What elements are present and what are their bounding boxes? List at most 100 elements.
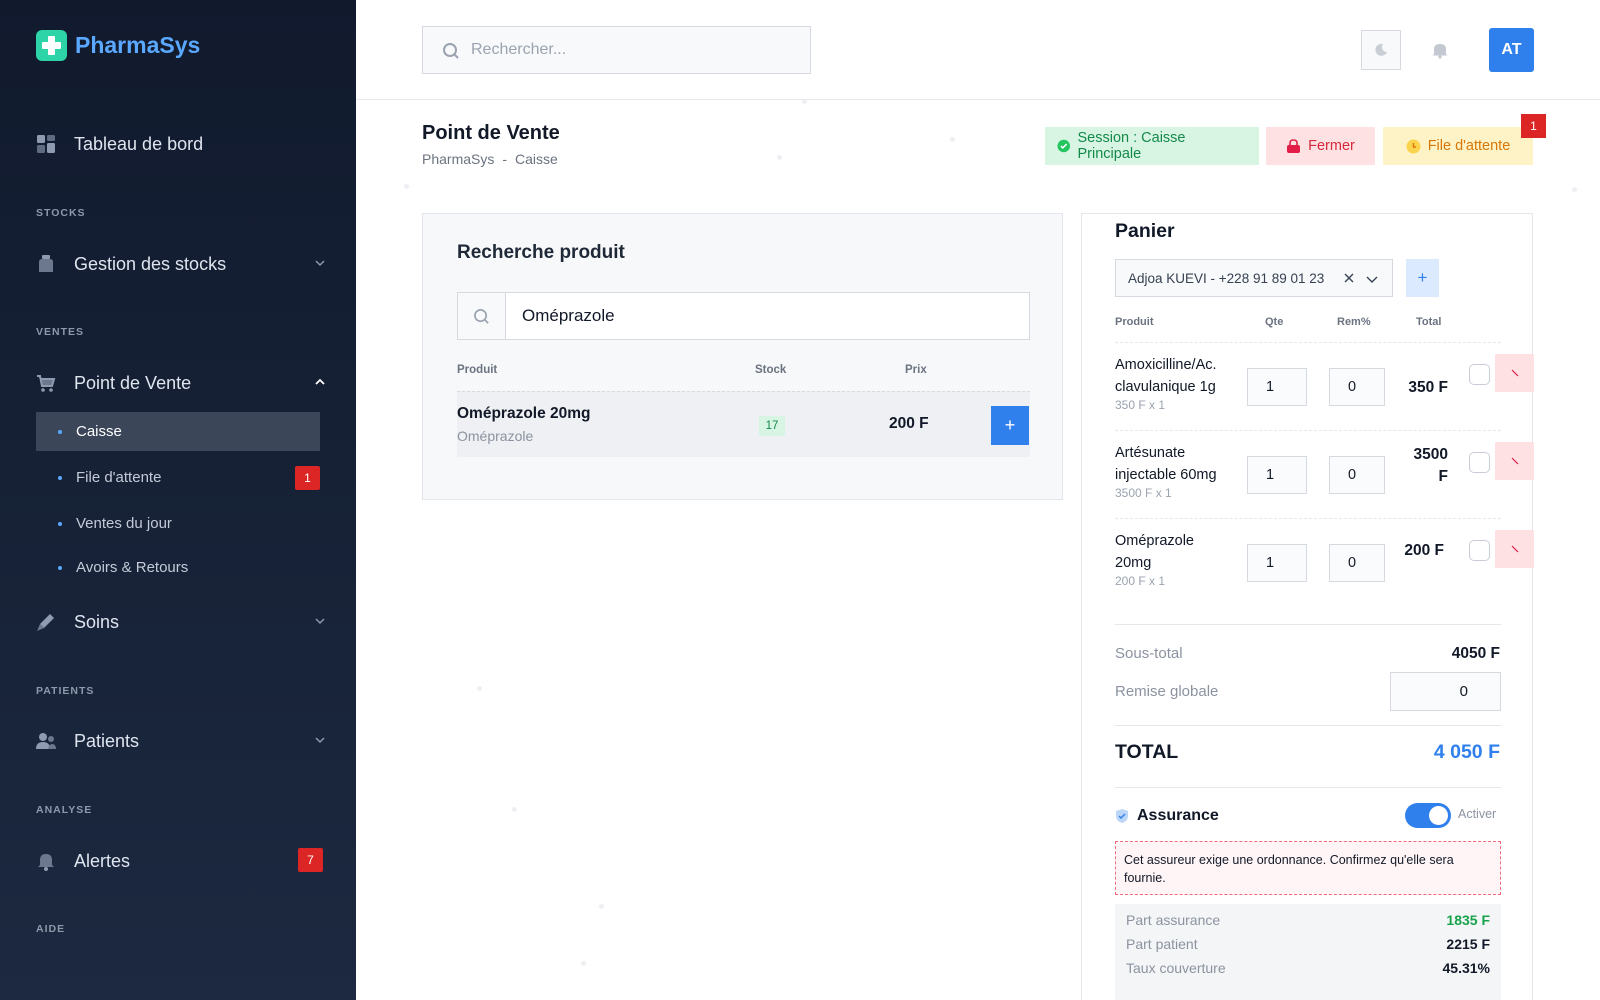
decor-dot bbox=[777, 155, 782, 160]
client-select[interactable]: Adjoa KUEVI - +228 91 89 01 23 bbox=[1115, 259, 1393, 297]
users-icon bbox=[36, 733, 56, 749]
user-avatar[interactable]: AT bbox=[1489, 28, 1534, 72]
patient-share-label: Part patient bbox=[1126, 936, 1198, 952]
divider bbox=[1115, 725, 1501, 726]
search-icon bbox=[474, 308, 489, 324]
search-placeholder: Rechercher... bbox=[471, 41, 567, 58]
chevron-down-icon[interactable] bbox=[1365, 272, 1379, 286]
add-to-cart-button[interactable]: + bbox=[991, 406, 1029, 445]
sidebar-item-stocks[interactable]: Gestion des stocks bbox=[36, 247, 326, 281]
remove-item-button[interactable] bbox=[1495, 354, 1534, 392]
decor-dot bbox=[404, 184, 409, 189]
breadcrumb-current: Caisse bbox=[515, 151, 558, 167]
item-checkbox[interactable] bbox=[1469, 452, 1490, 473]
decor-dot bbox=[581, 961, 586, 966]
column-header-produit: Produit bbox=[457, 364, 498, 376]
discount-input[interactable]: 0 bbox=[1329, 544, 1385, 582]
cart-item-name: Artésunate injectable 60mg bbox=[1115, 445, 1217, 483]
insurance-share-value: 1835 F bbox=[1446, 912, 1490, 928]
remove-icon bbox=[1511, 457, 1518, 465]
theme-toggle-button[interactable] bbox=[1361, 30, 1401, 70]
chevron-down-icon bbox=[315, 737, 325, 744]
insurance-share-label: Part assurance bbox=[1126, 912, 1221, 928]
sidebar-item-dashboard[interactable]: Tableau de bord bbox=[36, 127, 326, 161]
chevron-down-icon bbox=[315, 260, 325, 267]
decor-dot bbox=[599, 904, 604, 909]
quantity-input[interactable]: 1 bbox=[1247, 368, 1307, 406]
section-aide: AIDE bbox=[36, 923, 66, 935]
global-discount-input[interactable]: 0 bbox=[1390, 672, 1501, 711]
queue-button[interactable]: File d'attente bbox=[1383, 127, 1533, 165]
sidebar-subitem-file-attente[interactable]: File d'attente bbox=[36, 458, 320, 497]
remove-item-button[interactable] bbox=[1495, 442, 1534, 480]
global-search-input[interactable]: Rechercher... bbox=[422, 26, 811, 74]
clock-icon bbox=[1406, 139, 1421, 153]
bell-icon bbox=[38, 854, 54, 871]
cart-header-total: Total bbox=[1416, 316, 1442, 328]
remove-item-button[interactable] bbox=[1495, 530, 1534, 568]
patient-share-value: 2215 F bbox=[1446, 936, 1490, 952]
queue-count-badge: 1 bbox=[1521, 114, 1546, 138]
item-checkbox[interactable] bbox=[1469, 540, 1490, 561]
queue-count-badge: 1 bbox=[295, 466, 320, 490]
discount-input[interactable]: 0 bbox=[1329, 456, 1385, 494]
flask-icon bbox=[39, 255, 53, 272]
sidebar: PharmaSys Tableau de bord STOCKS Gestion… bbox=[0, 0, 356, 1000]
quantity-input[interactable]: 1 bbox=[1247, 544, 1307, 582]
decor-dot bbox=[950, 137, 955, 142]
insurance-header: Assurance bbox=[1115, 807, 1219, 825]
insurance-toggle-label: Activer bbox=[1458, 807, 1497, 821]
product-generic: Oméprazole bbox=[457, 428, 534, 444]
alerts-count-badge: 7 bbox=[298, 848, 323, 872]
insurance-label: Assurance bbox=[1137, 807, 1219, 824]
item-checkbox[interactable] bbox=[1469, 364, 1490, 385]
breadcrumb-separator: - bbox=[502, 151, 508, 167]
dashboard-grid-icon bbox=[37, 135, 55, 153]
product-search-title: Recherche produit bbox=[457, 242, 625, 263]
chevron-down-icon bbox=[315, 618, 325, 625]
discount-input[interactable]: 0 bbox=[1329, 368, 1385, 406]
session-label: Session : Caisse Principale bbox=[1077, 130, 1186, 162]
table-row[interactable]: Oméprazole 20mg Oméprazole 17 200 F + bbox=[457, 391, 1030, 457]
cart-card: Panier Adjoa KUEVI - +228 91 89 01 23 + … bbox=[1081, 213, 1534, 1000]
cart-header-produit: Produit bbox=[1115, 316, 1154, 328]
close-session-button[interactable]: Fermer bbox=[1266, 127, 1375, 165]
cart-header-divider bbox=[1115, 342, 1501, 343]
product-search-card: Recherche produit Oméprazole Produit Sto… bbox=[422, 213, 1063, 500]
section-analyse: ANALYSE bbox=[36, 804, 93, 816]
bell-icon bbox=[1432, 44, 1448, 59]
sidebar-subitem-avoirs-retours[interactable]: Avoirs & Retours bbox=[36, 548, 320, 587]
section-patients: PATIENTS bbox=[36, 685, 95, 697]
product-search-input[interactable]: Oméprazole bbox=[457, 292, 1030, 340]
brand-cross-icon bbox=[36, 30, 67, 61]
sidebar-subitem-caisse[interactable]: Caisse bbox=[36, 412, 320, 451]
sidebar-item-pos[interactable]: Point de Vente bbox=[36, 366, 326, 400]
sidebar-item-soins[interactable]: Soins bbox=[36, 605, 326, 639]
quantity-input[interactable]: 1 bbox=[1247, 456, 1307, 494]
cart-item-detail: 350 F x 1 bbox=[1115, 398, 1166, 412]
sidebar-item-label: Soins bbox=[74, 611, 120, 632]
breadcrumb-home[interactable]: PharmaSys bbox=[422, 151, 494, 167]
product-name: Oméprazole 20mg bbox=[457, 405, 591, 422]
brand[interactable]: PharmaSys bbox=[36, 30, 200, 61]
sidebar-item-label: Patients bbox=[74, 730, 140, 751]
add-client-button[interactable]: + bbox=[1406, 259, 1439, 297]
insurance-summary: Part assurance 1835 F Part patient 2215 … bbox=[1115, 904, 1501, 1000]
sidebar-subitem-ventes-du-jour[interactable]: Ventes du jour bbox=[36, 504, 320, 543]
moon-icon bbox=[1375, 43, 1387, 56]
sidebar-item-alertes[interactable]: Alertes bbox=[36, 844, 326, 878]
search-icon-box bbox=[458, 293, 506, 339]
check-circle-icon bbox=[1057, 139, 1071, 153]
product-search-value: Oméprazole bbox=[522, 306, 615, 325]
column-header-stock: Stock bbox=[755, 364, 787, 376]
sidebar-item-patients[interactable]: Patients bbox=[36, 724, 326, 758]
notifications-button[interactable] bbox=[1420, 30, 1460, 70]
page-title: Point de Vente bbox=[422, 122, 560, 144]
insurance-toggle[interactable] bbox=[1405, 803, 1451, 828]
cart-item-name: Amoxicilline/Ac. clavulanique 1g bbox=[1115, 357, 1217, 395]
cart-item-total: 200 F bbox=[1404, 542, 1444, 559]
clear-icon[interactable] bbox=[1342, 271, 1356, 285]
product-price: 200 F bbox=[889, 415, 929, 432]
total-value: 4 050 F bbox=[1433, 741, 1500, 763]
cart-item-detail: 3500 F x 1 bbox=[1115, 486, 1172, 500]
